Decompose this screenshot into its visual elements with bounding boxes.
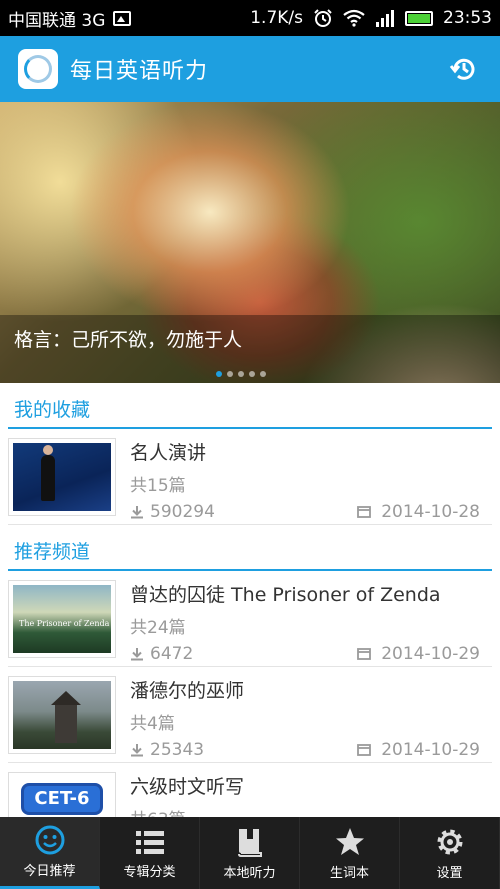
tab-label: 专辑分类 bbox=[123, 864, 176, 880]
signal-icon bbox=[376, 10, 394, 27]
thumbnail-text: CET-6 bbox=[21, 782, 103, 815]
album-thumbnail bbox=[8, 437, 116, 516]
calendar-icon bbox=[357, 744, 372, 756]
tab-label: 本地听力 bbox=[223, 865, 276, 881]
episode-count: 共4篇 bbox=[130, 713, 175, 734]
list-item[interactable]: CET-6 六级时文听写 共63篇 bbox=[8, 763, 492, 817]
favorites-section-title: 我的收藏 bbox=[8, 383, 492, 429]
carousel-indicator bbox=[216, 371, 266, 377]
tab-label: 今日推荐 bbox=[23, 864, 76, 879]
app-title: 每日英语听力 bbox=[70, 59, 209, 84]
carousel-dot bbox=[260, 371, 266, 377]
episode-count: 共15篇 bbox=[130, 475, 186, 496]
list-item[interactable]: The Prisoner of Zenda 曾达的囚徒 The Prisoner… bbox=[8, 571, 492, 667]
update-date: 2014-10-29 bbox=[381, 643, 480, 664]
download-icon bbox=[131, 743, 143, 756]
album-name: 曾达的囚徒 The Prisoner of Zenda bbox=[130, 583, 441, 606]
clock: 23:53 bbox=[443, 8, 492, 28]
image-notification-icon bbox=[113, 10, 132, 26]
star-icon bbox=[335, 827, 364, 855]
carousel-dot bbox=[249, 371, 255, 377]
download-icon bbox=[131, 505, 143, 518]
banner-caption-text: 格言：己所不欲，勿施于人 bbox=[14, 329, 243, 351]
download-count: 25343 bbox=[150, 739, 205, 760]
book-icon bbox=[237, 828, 262, 857]
status-bar: 中国联通 3G 1.7K/s 23:53 bbox=[0, 0, 500, 36]
carousel-dot bbox=[216, 371, 222, 377]
episode-count: 共24篇 bbox=[130, 617, 186, 638]
album-thumbnail: The Prisoner of Zenda bbox=[8, 579, 116, 658]
history-icon bbox=[449, 58, 475, 80]
tab-label: 设置 bbox=[436, 865, 463, 881]
battery-icon bbox=[405, 10, 433, 26]
tab-today-recommend[interactable]: 今日推荐 bbox=[0, 817, 100, 889]
thumbnail-text: The Prisoner of Zenda bbox=[19, 618, 110, 628]
list-item[interactable]: 名人演讲 共15篇 590294 2014-10-28 bbox=[8, 429, 492, 525]
carrier-label: 中国联通 3G bbox=[8, 10, 106, 31]
update-date: 2014-10-28 bbox=[381, 501, 480, 522]
download-count: 6472 bbox=[150, 643, 194, 664]
smiley-icon bbox=[35, 825, 64, 855]
network-speed: 1.7K/s bbox=[250, 8, 303, 28]
gear-icon bbox=[437, 829, 462, 854]
album-name: 潘德尔的巫师 bbox=[130, 679, 245, 702]
wifi-icon bbox=[343, 9, 365, 27]
bottom-navigation: 今日推荐 专辑分类 本地听力 生词本 设置 bbox=[0, 817, 500, 889]
album-thumbnail: CET-6 bbox=[8, 771, 116, 817]
history-button[interactable] bbox=[446, 51, 482, 87]
carousel-dot bbox=[227, 371, 233, 377]
album-name: 六级时文听写 bbox=[130, 775, 245, 798]
album-thumbnail bbox=[8, 675, 116, 754]
calendar-icon bbox=[357, 648, 372, 660]
download-icon bbox=[131, 647, 143, 660]
list-icon bbox=[135, 830, 164, 854]
tab-local-listening[interactable]: 本地听力 bbox=[200, 817, 300, 889]
tab-label: 生词本 bbox=[329, 865, 369, 881]
list-item[interactable]: 潘德尔的巫师 共4篇 25343 2014-10-29 bbox=[8, 667, 492, 763]
recommended-section-title: 推荐频道 bbox=[8, 525, 492, 571]
tab-vocabulary[interactable]: 生词本 bbox=[300, 817, 400, 889]
content-list[interactable]: 我的收藏 名人演讲 共15篇 590294 2014-10-28 推荐频道 Th… bbox=[0, 383, 500, 817]
calendar-icon bbox=[357, 506, 372, 518]
tab-settings[interactable]: 设置 bbox=[400, 817, 500, 889]
tab-album-category[interactable]: 专辑分类 bbox=[100, 817, 200, 889]
alarm-icon bbox=[314, 9, 332, 27]
update-date: 2014-10-29 bbox=[381, 739, 480, 760]
banner-carousel[interactable]: 格言：己所不欲，勿施于人 bbox=[0, 102, 500, 383]
app-logo bbox=[18, 49, 58, 89]
download-count: 590294 bbox=[150, 501, 215, 522]
app-header: 每日英语听力 bbox=[0, 36, 500, 102]
carousel-dot bbox=[238, 371, 244, 377]
album-name: 名人演讲 bbox=[130, 441, 207, 464]
episode-count: 共63篇 bbox=[130, 805, 492, 818]
